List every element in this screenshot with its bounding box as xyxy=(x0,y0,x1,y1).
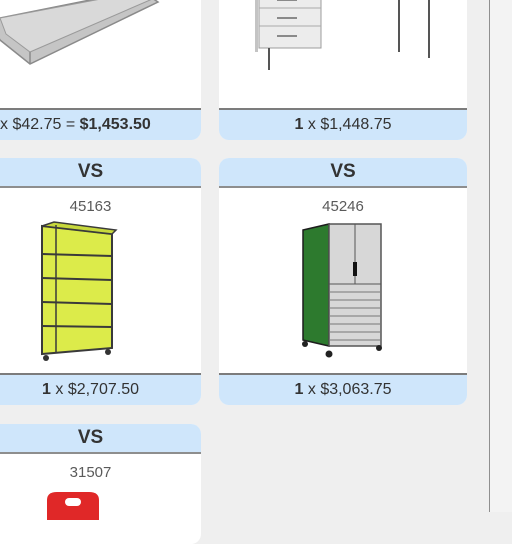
desk-image xyxy=(249,0,439,75)
product-card-tray[interactable]: x $42.75 = $1,453.50 xyxy=(0,0,201,140)
product-card-bookcase[interactable]: VS 45163 1 x $2,707.50 xyxy=(0,158,201,405)
card-header: VS xyxy=(219,158,467,188)
price-line: x $42.75 = $1,453.50 xyxy=(0,108,201,140)
card-header: VS xyxy=(0,424,201,454)
unit-price: $1,448.75 xyxy=(320,116,392,133)
tray-image xyxy=(0,0,160,70)
product-card-cabinet[interactable]: VS 45246 1 x $3,063.75 xyxy=(219,158,467,405)
price-line: 1 x $3,063.75 xyxy=(219,373,467,405)
times-sign: x xyxy=(307,116,316,133)
price-partial: x $42.75 = xyxy=(0,116,76,133)
red-bin-image xyxy=(45,490,101,520)
cabinet-image xyxy=(299,222,385,362)
unit-price: $3,063.75 xyxy=(320,381,392,398)
bookcase-image xyxy=(36,220,120,362)
quantity: 1 xyxy=(294,116,304,133)
price-line: 1 x $2,707.50 xyxy=(0,373,201,405)
product-card-desk[interactable]: 1 x $1,448.75 xyxy=(219,0,467,140)
quantity: 1 xyxy=(42,381,51,398)
product-card-red-bin[interactable]: VS 31507 xyxy=(0,424,201,544)
card-header: VS xyxy=(0,158,201,188)
product-code: 45163 xyxy=(69,198,112,215)
product-code: 45246 xyxy=(322,198,364,215)
side-panel-edge xyxy=(490,0,512,512)
product-code: 31507 xyxy=(69,464,112,481)
times-sign: x xyxy=(307,381,316,398)
price-total: $1,453.50 xyxy=(79,116,151,133)
quantity: 1 xyxy=(294,381,304,398)
times-sign: x xyxy=(55,381,64,398)
unit-price: $2,707.50 xyxy=(67,381,139,398)
price-line: 1 x $1,448.75 xyxy=(219,108,467,140)
